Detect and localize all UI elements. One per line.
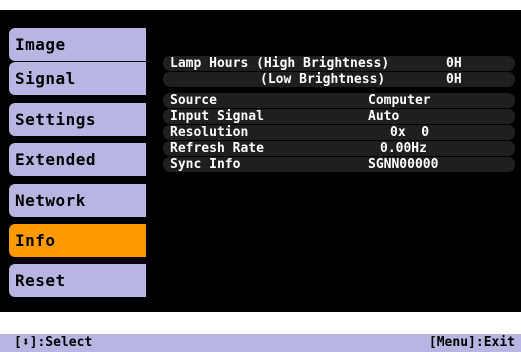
projector-osd: Image Signal Settings Extended Network I… [0, 0, 521, 352]
info-value: 0H [446, 56, 462, 71]
info-value: SGNN00000 [368, 157, 439, 172]
menu-tab-reset[interactable]: Reset [9, 264, 146, 297]
menu-tab-settings[interactable]: Settings [9, 103, 146, 136]
info-row-sync-info: Sync Info SGNN00000 [163, 157, 515, 172]
info-value: 0x 0 [390, 125, 430, 140]
info-value: Computer [368, 93, 431, 108]
info-row-resolution: Resolution 0x 0 [163, 125, 515, 140]
exit-hint: [Menu]:Exit [428, 335, 515, 350]
info-label: Sync Info [170, 157, 241, 172]
info-label: Lamp Hours (High Brightness) [170, 56, 390, 71]
info-value: 0H [446, 72, 462, 87]
info-row-lamp-hours-high: Lamp Hours (High Brightness) 0H [163, 56, 515, 71]
menu-tab-network[interactable]: Network [9, 184, 146, 217]
info-value: 0.00Hz [380, 141, 427, 156]
footer-bar: [⬍]:Select [Menu]:Exit [0, 334, 521, 352]
select-hint: [⬍]:Select [14, 335, 93, 350]
info-label: (Low Brightness) [260, 72, 386, 87]
menu-tab-signal[interactable]: Signal [9, 62, 146, 95]
info-label: Refresh Rate [170, 141, 264, 156]
info-row-lamp-hours-low: (Low Brightness) 0H [163, 72, 515, 87]
menu-tab-info[interactable]: Info [9, 224, 146, 257]
info-row-input-signal: Input Signal Auto [163, 109, 515, 124]
info-row-source: Source Computer [163, 93, 515, 108]
info-label: Source [170, 93, 217, 108]
menu-tab-image[interactable]: Image [9, 28, 146, 61]
menu-tab-extended[interactable]: Extended [9, 143, 146, 176]
info-row-refresh-rate: Refresh Rate 0.00Hz [163, 141, 515, 156]
info-value: Auto [368, 109, 400, 124]
info-label: Input Signal [170, 109, 264, 124]
info-label: Resolution [170, 125, 249, 140]
